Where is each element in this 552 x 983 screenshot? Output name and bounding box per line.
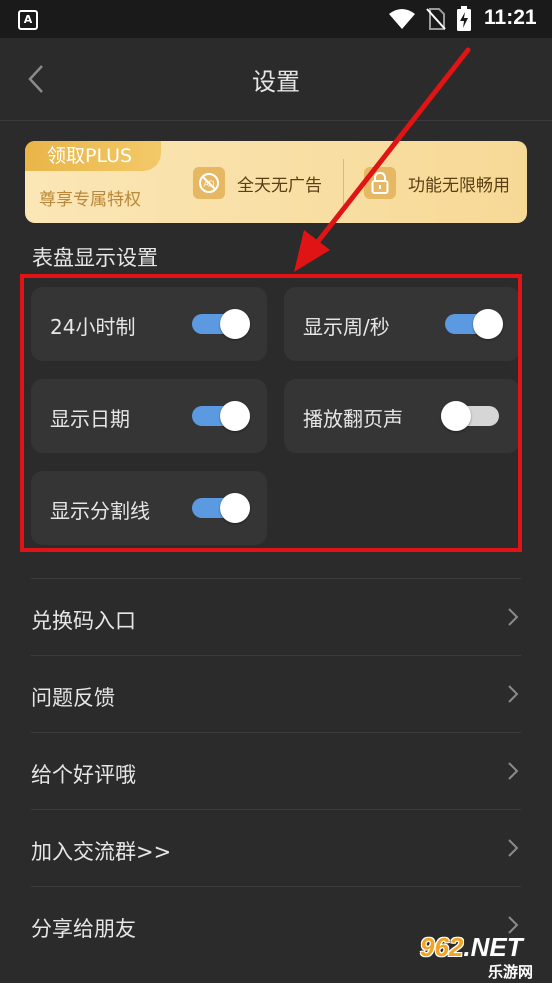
plus-subtitle: 尊享专属特权 [39,190,141,210]
section-title: 表盘显示设置 [32,246,158,270]
chevron-right-icon [508,608,519,626]
list-item-label: 问题反馈 [31,686,115,710]
settings-page: A 11:21 设置 领取PLUS 尊享专属特权 AD 全天无广告 功能无限畅用… [0,0,552,983]
watermark-sub: 乐游网 [488,961,534,982]
list-item-rate-app[interactable]: 给个好评哦 [31,732,521,809]
list-item-label: 加入交流群>> [31,840,172,864]
list-item-label: 给个好评哦 [31,763,136,787]
svg-text:AD: AD [203,180,214,189]
list-item-label: 分享给朋友 [31,917,136,941]
list-item-redeem-code[interactable]: 兑换码入口 [31,578,521,655]
annotation-arrow-icon [294,47,471,272]
list-item-feedback[interactable]: 问题反馈 [31,655,521,732]
chevron-right-icon [508,839,519,857]
no-ads-icon: AD [193,167,225,199]
watermark-logo: 962.NET 乐游网 [414,930,550,982]
chevron-right-icon [508,685,519,703]
annotation-highlight-box [20,274,522,552]
settings-list: 兑换码入口 问题反馈 给个好评哦 加入交流群>> 分享给朋友 [31,578,521,963]
plus-tag: 领取PLUS [25,141,161,171]
wifi-icon [389,9,415,29]
status-time: 11:21 [484,6,537,29]
watermark-main: 962.NET [420,932,523,962]
battery-charging-icon [457,6,471,31]
list-item-label: 兑换码入口 [31,609,136,633]
chevron-right-icon [508,762,519,780]
app-notification-icon: A [18,10,38,30]
list-item-join-group[interactable]: 加入交流群>> [31,809,521,886]
status-bar: A 11:21 [0,0,552,38]
no-sim-icon [426,8,446,30]
